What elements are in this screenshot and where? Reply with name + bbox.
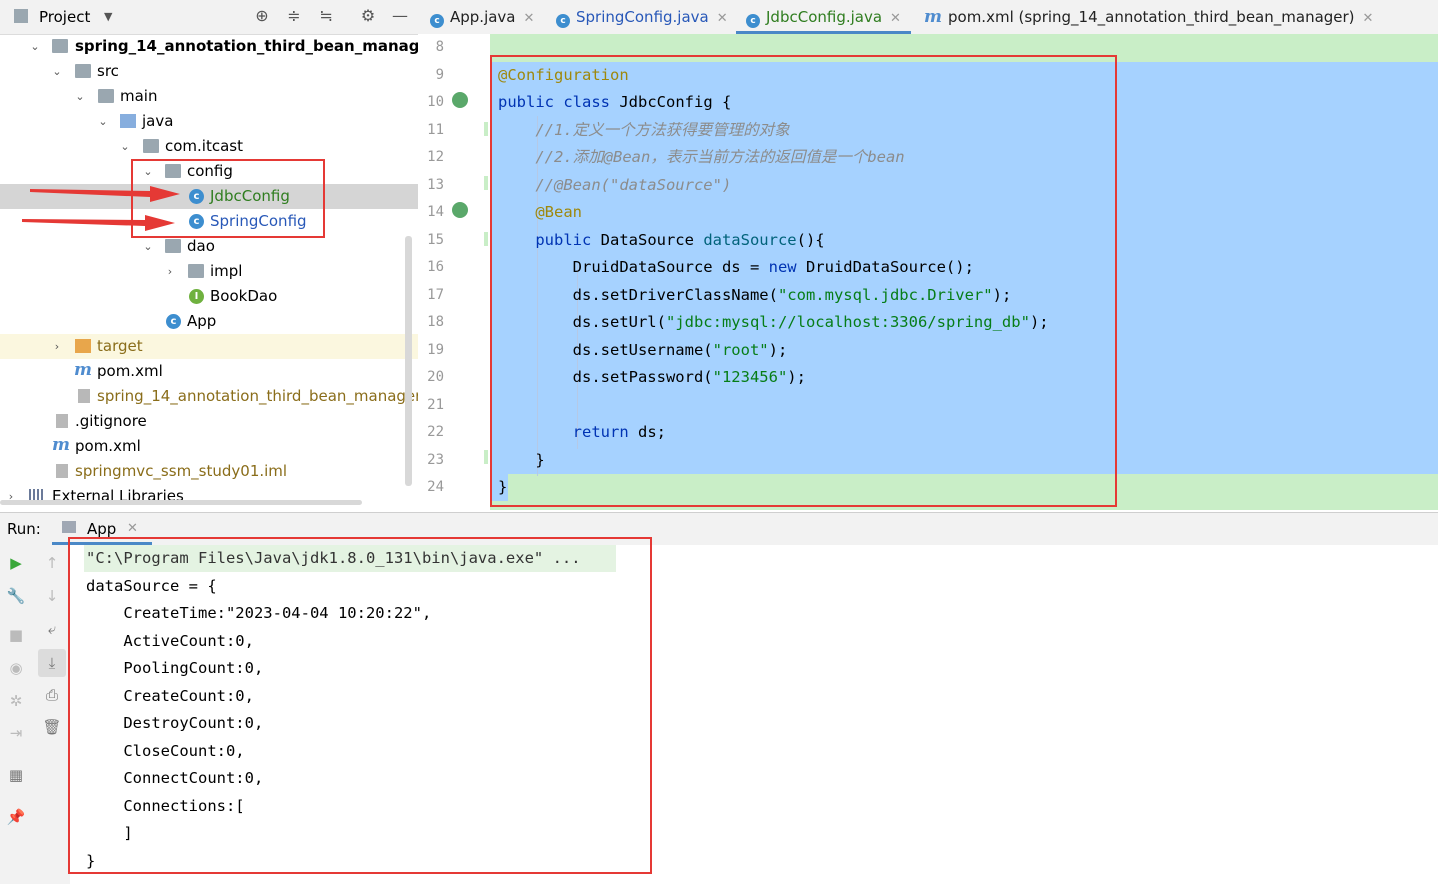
tree-item-label: springmvc_ssm_study01.iml [75,462,288,480]
wrench-icon[interactable]: 🔧 [6,586,26,606]
tree-item-label: pom.xml [75,437,141,455]
line-number: 23 [427,451,444,468]
scroll-to-end-icon[interactable]: ⤓ [38,649,66,677]
chevron-right-icon[interactable]: › [50,334,64,359]
line-number: 10 [427,94,444,110]
class-run-icon: c [166,314,181,329]
package-icon [165,239,181,253]
tab-label: App.java [450,8,516,26]
tree-item-label: impl [210,262,243,280]
close-icon[interactable]: ✕ [524,11,535,26]
print-icon[interactable]: ⎙ [42,685,62,705]
tree-item-app[interactable]: c App [0,309,418,334]
trash-icon[interactable]: 🗑 [42,717,62,737]
tree-item-label: BookDao [210,287,278,305]
tab-pom-xml[interactable]: m pom.xml (spring_14_annotation_third_bea… [924,0,1373,34]
tree-item-root-iml[interactable]: springmvc_ssm_study01.iml [0,459,418,484]
line-number: 16 [427,259,444,275]
line-number: 21 [427,396,444,413]
soft-wrap-icon[interactable]: ⤶ [42,619,62,639]
file-icon [56,464,68,478]
fold-marker [484,176,488,190]
package-icon [188,264,204,278]
editor-tab-bar: c App.java ✕ c SpringConfig.java ✕ c JdbcConf… [418,0,1438,35]
line-number: 9 [435,66,444,83]
tab-label: JdbcConfig.java [766,8,883,26]
tree-item-bookdao[interactable]: I BookDao [0,284,418,309]
arrow-down-icon[interactable]: ↓ [42,586,62,606]
maven-icon: m [52,435,70,455]
maven-icon: m [924,7,942,27]
tab-springconfig-java[interactable]: c SpringConfig.java ✕ [556,0,728,34]
tab-jdbcconfig-java[interactable]: c JdbcConfig.java ✕ [736,0,911,34]
tree-item-external-libraries[interactable]: › External Libraries [0,484,418,509]
line-number: 17 [427,286,444,303]
exit-icon[interactable]: ⇥ [6,723,26,743]
editor-gutter: 8 9 10 11 12 13 14 15 16 17 18 19 20 21 … [418,34,490,510]
line-number: 19 [427,341,444,358]
line-number: 22 [427,424,444,440]
chevron-right-icon[interactable]: › [4,484,18,509]
tree-item-gitignore[interactable]: .gitignore [0,409,418,434]
tree-item-impl[interactable]: › impl [0,259,418,284]
tree-item-module-pom[interactable]: m pom.xml [0,359,418,384]
highlight-box-console [68,537,652,874]
line-number: 13 [427,176,444,193]
folder-icon [75,339,91,353]
project-h-scrollbar[interactable] [0,500,362,505]
tree-item-label: spring_14_annotation_third_bean_manager.… [97,387,418,405]
rerun-icon[interactable]: ▶ [6,553,26,573]
arrow-jdbcconfig [30,186,180,202]
line-number: 14 [427,204,444,220]
line-number: 8 [435,39,444,55]
line-number: 20 [427,369,444,385]
line-number: 18 [427,314,444,330]
project-scrollbar[interactable] [405,236,412,486]
tab-app-java[interactable]: c App.java ✕ [430,0,534,34]
line-number: 15 [427,231,444,248]
fold-marker [484,232,488,246]
line-number: 11 [427,121,444,138]
debug-icon[interactable]: ✲ [6,691,26,711]
run-label: Run: [7,520,41,538]
arrow-up-icon[interactable]: ↑ [42,553,62,573]
spring-bean-icon[interactable] [452,202,468,218]
layout-icon[interactable]: ▦ [6,765,26,785]
tree-item-label: target [97,337,143,355]
file-icon [56,414,68,428]
fold-marker [484,122,488,136]
annotation-arrows [22,186,180,231]
line-number: 24 [427,479,444,495]
tree-item-label: .gitignore [75,412,147,430]
stop-icon[interactable]: ■ [6,625,26,645]
tree-item-module-iml[interactable]: spring_14_annotation_third_bean_manager.… [0,384,418,409]
tree-item-root-pom[interactable]: m pom.xml [0,434,418,459]
close-icon[interactable]: ✕ [890,11,901,26]
tree-item-target[interactable]: › target [0,334,418,359]
maven-icon: m [74,360,92,380]
class-run-icon: c [430,14,444,28]
fold-marker [484,450,488,464]
file-icon [78,389,90,403]
class-icon: c [556,14,570,28]
tab-label: SpringConfig.java [576,8,709,26]
tree-item-label: pom.xml [97,362,163,380]
run-toolbar: ▶ 🔧 ■ ◉ ✲ ⇥ ▦ 📌 ↑ ↓ ⤶ ⤓ ⎙ 🗑 [0,545,71,884]
highlight-box-code [490,55,1117,507]
tree-item-label: External Libraries [52,487,184,505]
camera-icon[interactable]: ◉ [6,658,26,678]
line-number: 12 [427,149,444,165]
close-icon[interactable]: ✕ [717,11,728,26]
tab-label: pom.xml (spring_14_annotation_third_bean… [948,8,1355,26]
run-config-icon [62,521,76,533]
spring-bean-icon[interactable] [452,92,468,108]
close-icon[interactable]: ✕ [1363,11,1374,26]
interface-icon: I [189,289,204,304]
chevron-right-icon[interactable]: › [163,259,177,284]
pin-icon[interactable]: 📌 [6,807,26,827]
class-icon: c [746,14,760,28]
tree-item-label: App [187,312,217,330]
arrow-springconfig [22,215,175,231]
